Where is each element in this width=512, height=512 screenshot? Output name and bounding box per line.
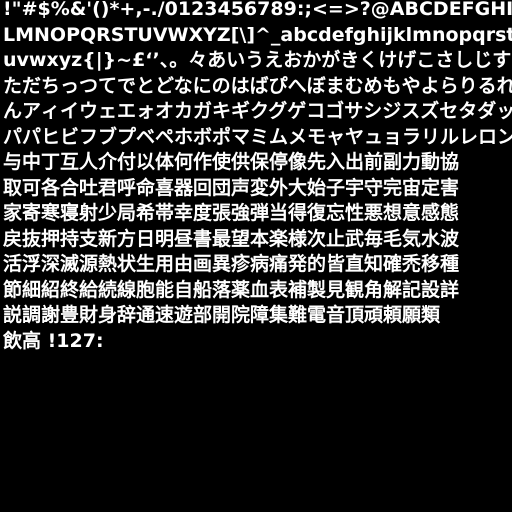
glyph-line-7: 与中丁互人介付以体何作使供保停像先入出前副力動協 xyxy=(3,151,460,173)
glyph-line-9: 家寄寒寝射少局希帯幸度張強弾当得復忘性悪想意感態 xyxy=(3,202,460,224)
glyph-line-12: 節細紹終給続線胞能自船落薬血表補製見観角解記設詳 xyxy=(3,278,460,301)
glyph-sheet: !"#$%&'()*+,-./0123456789:;<=>?@ABCDEFGH… xyxy=(0,0,512,512)
glyph-line-8: 取可各合吐君呼命喜器回団声変外大始子宇守完宙定害 xyxy=(3,176,460,199)
glyph-line-3: uvwxyz{|}~£‘’、。々あいうえおかがきくけげこさしじすずせそ xyxy=(3,49,512,71)
glyph-line-11: 活浮深滅源熱状生用由画異疹病痛発的皆直知確禿移種 xyxy=(3,253,460,275)
glyph-line-10: 戻抜押持支新方日明昼書最望本楽様次止武毎毛気水波 xyxy=(3,227,460,250)
glyph-line-4: ただちっつてでとどなにのはばぴへぼまむめもやよらりるれろわを xyxy=(3,74,512,97)
glyph-line-6: パパヒビフブプベペホボポマミムメモャヤュョラリルレロン・ー一下 xyxy=(3,125,512,148)
glyph-line-5: んアィイウェエォオカガキギクグゲコゴサシジスズセタダッテトドナ xyxy=(3,100,512,122)
glyph-line-1: !"#$%&'()*+,-./0123456789:;<=>?@ABCDEFGH… xyxy=(3,0,512,20)
glyph-line-2: LMNOPQRSTUVWXYZ[\]^_abcdefghijklmnopqrst xyxy=(3,23,512,46)
glyph-line-14: 飲高 !127: xyxy=(3,329,104,352)
glyph-line-13: 説調謝豊財身辞通速遊部開院障集難電音頂頑頼願類 xyxy=(3,304,441,326)
